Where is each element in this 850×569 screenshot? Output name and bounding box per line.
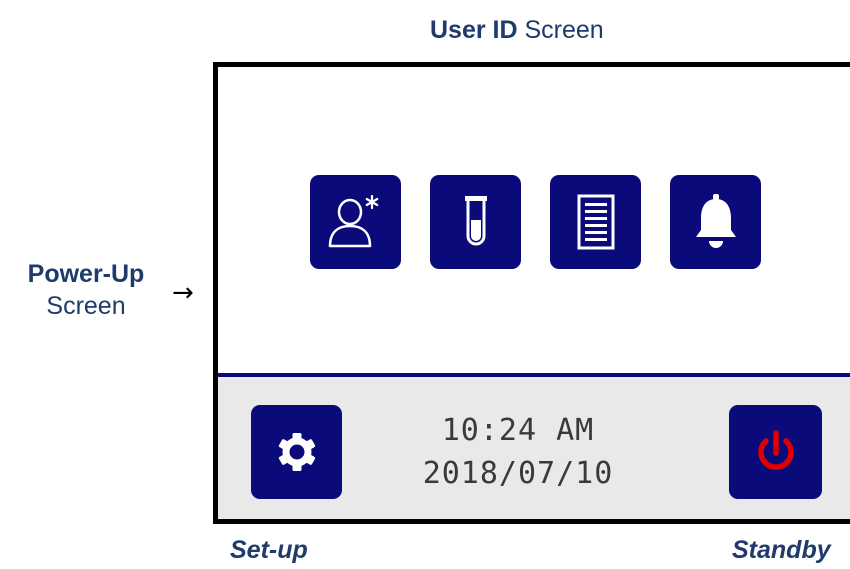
user-icon <box>328 194 378 248</box>
sample-button[interactable] <box>430 175 521 269</box>
user-id-label-bold: User ID <box>430 16 518 44</box>
power-up-screen-label: Power-Up Screen <box>16 258 156 322</box>
clock-display: 10:24 AM 2018/07/10 <box>418 409 618 495</box>
device-screen: 10:24 AM 2018/07/10 <box>213 62 850 524</box>
setup-label: Set-up <box>230 536 308 564</box>
bell-icon <box>695 194 736 248</box>
power-icon <box>757 430 794 470</box>
document-list-icon <box>577 194 614 250</box>
alarm-button[interactable] <box>670 175 761 269</box>
power-up-label-rest: Screen <box>46 292 126 320</box>
gear-icon <box>278 433 315 471</box>
icon-row <box>310 175 761 269</box>
setup-button[interactable] <box>251 405 342 499</box>
right-arrow-icon: → <box>172 278 194 308</box>
records-button[interactable] <box>550 175 641 269</box>
user-id-button[interactable] <box>310 175 401 269</box>
standby-label: Standby <box>732 536 831 564</box>
main-area <box>218 67 850 373</box>
test-tube-icon <box>464 196 487 246</box>
user-id-screen-label: User ID Screen <box>430 16 604 45</box>
date-text: 2018/07/10 <box>422 456 614 491</box>
status-bar: 10:24 AM 2018/07/10 <box>218 377 850 519</box>
user-id-label-rest: Screen <box>517 16 604 44</box>
power-up-label-bold: Power-Up <box>27 260 145 288</box>
standby-button[interactable] <box>729 405 822 499</box>
time-text: 10:24 AM <box>441 413 595 448</box>
